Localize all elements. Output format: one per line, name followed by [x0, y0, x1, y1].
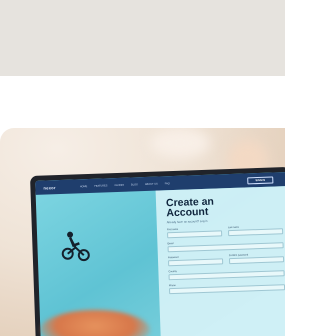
form-row: Phone — [169, 280, 285, 295]
form-field: Password — [168, 254, 224, 267]
form-field: Last name — [228, 224, 284, 237]
top-background-band — [0, 0, 285, 76]
nav-link-home[interactable]: HOME — [80, 185, 88, 188]
nav-link-guides[interactable]: GUIDES — [114, 183, 124, 186]
first-name-input[interactable] — [167, 230, 223, 239]
nav-links: HOME FEATURES GUIDES BLOG ABOUT US FAQ — [80, 182, 170, 188]
nav-link-about[interactable]: ABOUT US — [145, 182, 158, 185]
nav-link-blog[interactable]: BLOG — [131, 183, 138, 186]
sign-in-label: SIGN IN — [255, 178, 266, 182]
form-field: First name — [167, 226, 223, 239]
form-field: Phone — [169, 280, 285, 295]
last-name-input[interactable] — [228, 228, 284, 237]
confirm-password-input[interactable] — [228, 256, 285, 265]
form-field: Country — [168, 266, 285, 281]
form-row: Country — [168, 266, 285, 281]
bmx-rider-icon — [61, 231, 90, 262]
form-title-line2: Account — [166, 205, 209, 220]
bokeh-light — [150, 128, 210, 158]
sign-in-button[interactable]: SIGN IN — [247, 176, 274, 184]
form-row: Password Confirm password — [168, 252, 285, 267]
laptop: nexor HOME FEATURES GUIDES BLOG ABOUT US… — [30, 166, 285, 336]
form-field: Email — [167, 238, 284, 253]
form-title: Create an Account — [166, 194, 283, 220]
site-logo[interactable]: nexor — [43, 185, 56, 190]
nav-link-faq[interactable]: FAQ — [165, 182, 170, 185]
password-input[interactable] — [168, 258, 224, 267]
photo: nexor HOME FEATURES GUIDES BLOG ABOUT US… — [0, 128, 285, 336]
form-row: Email — [167, 238, 284, 253]
create-account-form: Create an Account Already have an accoun… — [155, 186, 285, 336]
nav-link-features[interactable]: FEATURES — [94, 184, 107, 187]
form-row: First name Last name — [167, 224, 284, 239]
form-field: Confirm password — [228, 252, 285, 265]
